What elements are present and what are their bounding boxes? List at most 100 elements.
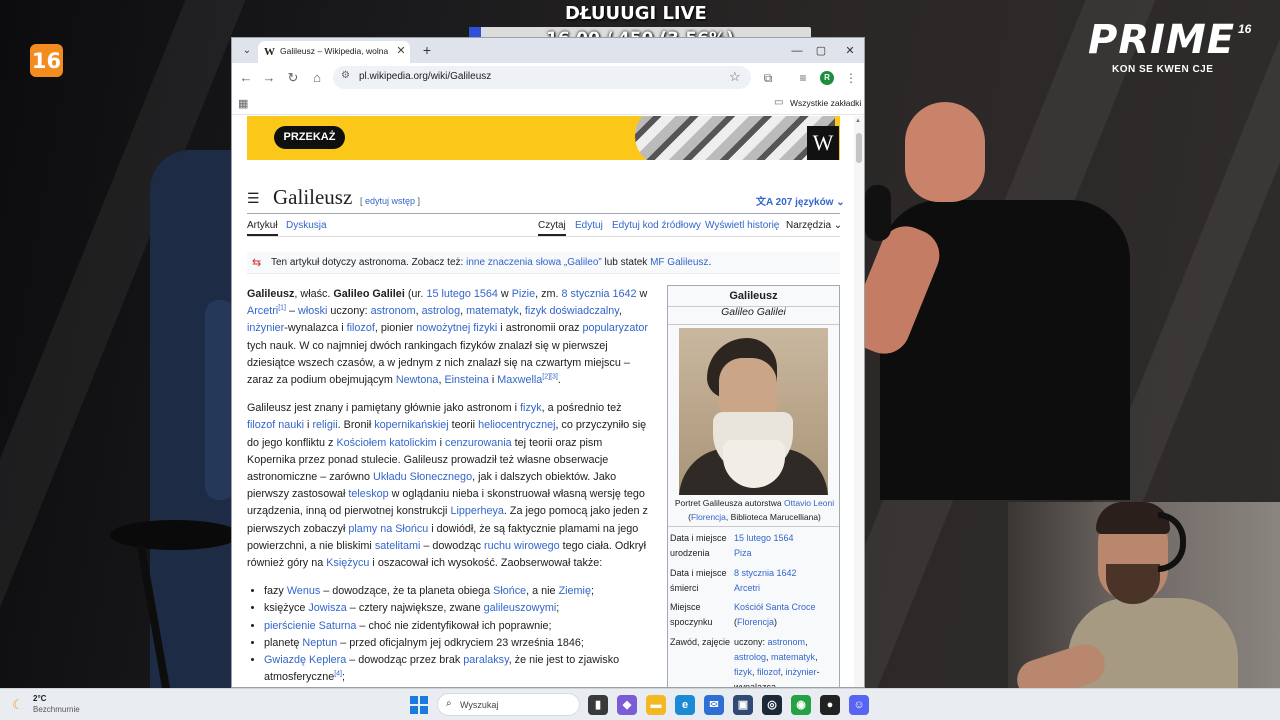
reference-link[interactable]: [4] bbox=[334, 671, 342, 678]
link[interactable]: popularyzator bbox=[583, 322, 648, 334]
tab-search-icon[interactable]: ⌄ bbox=[238, 42, 256, 60]
link[interactable]: filozof bbox=[757, 667, 781, 677]
link[interactable]: inżynier bbox=[247, 322, 284, 334]
link[interactable]: 8 stycznia 1642 bbox=[562, 288, 637, 300]
profile-avatar[interactable]: R bbox=[820, 71, 834, 85]
extensions-icon[interactable]: ⧉ bbox=[759, 69, 777, 87]
file-explorer-icon[interactable]: ▬ bbox=[646, 695, 666, 715]
link[interactable]: paralaksy bbox=[463, 654, 508, 666]
link[interactable]: Arcetri bbox=[247, 305, 278, 317]
tab-talk[interactable]: Dyskusja bbox=[286, 220, 327, 231]
link[interactable]: 8 stycznia 1642 bbox=[734, 568, 797, 578]
link[interactable]: Florencja bbox=[737, 617, 774, 627]
link[interactable]: plamy na Słońcu bbox=[348, 523, 428, 535]
link[interactable]: pierścienie Saturna bbox=[264, 620, 356, 632]
link[interactable]: astrolog bbox=[734, 652, 766, 662]
link[interactable]: nowożytnej bbox=[416, 322, 470, 334]
taskbar-search[interactable]: ⌕ Wyszukaj bbox=[437, 693, 580, 716]
link[interactable]: Ziemię bbox=[559, 585, 591, 597]
link[interactable]: matematyk bbox=[466, 305, 519, 317]
link[interactable]: fizyki bbox=[473, 322, 497, 334]
portrait-image[interactable] bbox=[679, 328, 828, 495]
link[interactable]: religii bbox=[312, 419, 337, 431]
link[interactable]: Florencja bbox=[691, 512, 726, 522]
link[interactable]: ruchu wirowego bbox=[484, 540, 560, 552]
reference-link[interactable]: [2][3] bbox=[542, 373, 558, 380]
link[interactable]: astrolog bbox=[422, 305, 460, 317]
maximize-icon[interactable]: ▢ bbox=[812, 42, 830, 60]
folder-icon[interactable]: ▭ bbox=[774, 97, 783, 108]
tab-read[interactable]: Czytaj bbox=[538, 220, 566, 236]
reading-list-icon[interactable]: ≡ bbox=[794, 69, 812, 87]
site-info-icon[interactable]: ⚙ bbox=[341, 70, 350, 81]
close-window-icon[interactable]: ✕ bbox=[841, 42, 859, 60]
forward-icon[interactable]: → bbox=[260, 69, 278, 87]
copilot-icon[interactable]: ◆ bbox=[617, 695, 637, 715]
new-tab-icon[interactable]: + bbox=[418, 41, 436, 59]
link[interactable]: Słońce bbox=[493, 585, 526, 597]
link[interactable]: fizyk bbox=[734, 667, 752, 677]
link[interactable]: inne znaczenia słowa „Galileo” bbox=[466, 257, 602, 268]
edit-intro-link[interactable]: edytuj wstęp bbox=[365, 196, 415, 206]
page-scrollbar[interactable]: ▲ bbox=[854, 116, 864, 687]
all-bookmarks-link[interactable]: Wszystkie zakładki bbox=[790, 98, 861, 108]
link[interactable]: Kościołem katolickim bbox=[336, 437, 436, 449]
link[interactable]: MF Galileusz bbox=[650, 257, 708, 268]
link[interactable]: astronom bbox=[768, 637, 806, 647]
obs-icon[interactable]: ● bbox=[820, 695, 840, 715]
link[interactable]: fizyk doświadczalny bbox=[525, 305, 619, 317]
weather-condition[interactable]: Bezchmurnie bbox=[33, 705, 80, 714]
link[interactable]: filozof nauki bbox=[247, 419, 304, 431]
task-view-icon[interactable]: ▮ bbox=[588, 695, 608, 715]
weather-temperature[interactable]: 2°C bbox=[33, 694, 46, 703]
link[interactable]: włoski bbox=[298, 305, 327, 317]
reference-link[interactable]: [1] bbox=[278, 305, 286, 312]
link[interactable]: Gwiazdę Keplera bbox=[264, 654, 346, 666]
bookmark-star-icon[interactable]: ☆ bbox=[729, 69, 741, 85]
start-windows-icon[interactable] bbox=[410, 696, 428, 714]
link[interactable]: Pizie bbox=[512, 288, 535, 300]
link[interactable]: Ottavio Leoni bbox=[784, 498, 834, 508]
weather-moon-icon[interactable]: ☾ bbox=[12, 697, 24, 713]
link[interactable]: Układu Słonecznego bbox=[373, 471, 472, 483]
close-tab-icon[interactable]: ✕ bbox=[394, 44, 408, 58]
link[interactable]: 15 lutego 1564 bbox=[426, 288, 497, 300]
link[interactable]: Neptun bbox=[302, 637, 337, 649]
link[interactable]: 15 lutego 1564 bbox=[734, 533, 794, 543]
minimize-icon[interactable]: — bbox=[788, 42, 806, 60]
reload-icon[interactable]: ↻ bbox=[284, 69, 302, 87]
link[interactable]: cenzurowania bbox=[445, 437, 512, 449]
table-of-contents-icon[interactable]: ☰ bbox=[247, 190, 260, 207]
link[interactable]: Wenus bbox=[287, 585, 320, 597]
link[interactable]: Newtona bbox=[396, 374, 439, 386]
store-icon[interactable]: ▣ bbox=[733, 695, 753, 715]
link[interactable]: Arcetri bbox=[734, 583, 760, 593]
steam-icon[interactable]: ◎ bbox=[762, 695, 782, 715]
link[interactable]: Piza bbox=[734, 548, 752, 558]
link[interactable]: inżynier bbox=[786, 667, 817, 677]
link[interactable]: Lipperheya bbox=[450, 505, 503, 517]
link[interactable]: Księżycu bbox=[326, 557, 369, 569]
address-bar[interactable]: ⚙ pl.wikipedia.org/wiki/Galileusz ☆ bbox=[333, 66, 751, 89]
tab-edit-source[interactable]: Edytuj kod źródłowy bbox=[612, 220, 701, 231]
scroll-up-icon[interactable]: ▲ bbox=[855, 118, 861, 124]
link[interactable]: fizyk bbox=[520, 402, 542, 414]
link[interactable]: galileuszowymi bbox=[484, 602, 557, 614]
chrome-icon[interactable]: ◉ bbox=[791, 695, 811, 715]
link[interactable]: Maxwella bbox=[497, 374, 542, 386]
link[interactable]: Einsteina bbox=[444, 374, 488, 386]
tab-article[interactable]: Artykuł bbox=[247, 220, 278, 236]
tab-edit[interactable]: Edytuj bbox=[575, 220, 603, 231]
mail-icon[interactable]: ✉ bbox=[704, 695, 724, 715]
browser-tab[interactable]: W Galileusz – Wikipedia, wolna encyklope… bbox=[258, 41, 410, 63]
languages-button[interactable]: 文A 207 języków ⌄ bbox=[756, 193, 845, 208]
link[interactable]: heliocentrycznej bbox=[478, 419, 555, 431]
tab-history[interactable]: Wyświetl historię bbox=[705, 220, 779, 231]
link[interactable]: filozof bbox=[347, 322, 375, 334]
home-icon[interactable]: ⌂ bbox=[308, 69, 326, 87]
link[interactable]: kopernikańskiej bbox=[374, 419, 448, 431]
donate-button[interactable]: PRZEKAŻ bbox=[274, 126, 345, 149]
back-icon[interactable]: ← bbox=[237, 69, 255, 87]
link[interactable]: satelitami bbox=[375, 540, 421, 552]
link[interactable]: matematyk bbox=[771, 652, 815, 662]
